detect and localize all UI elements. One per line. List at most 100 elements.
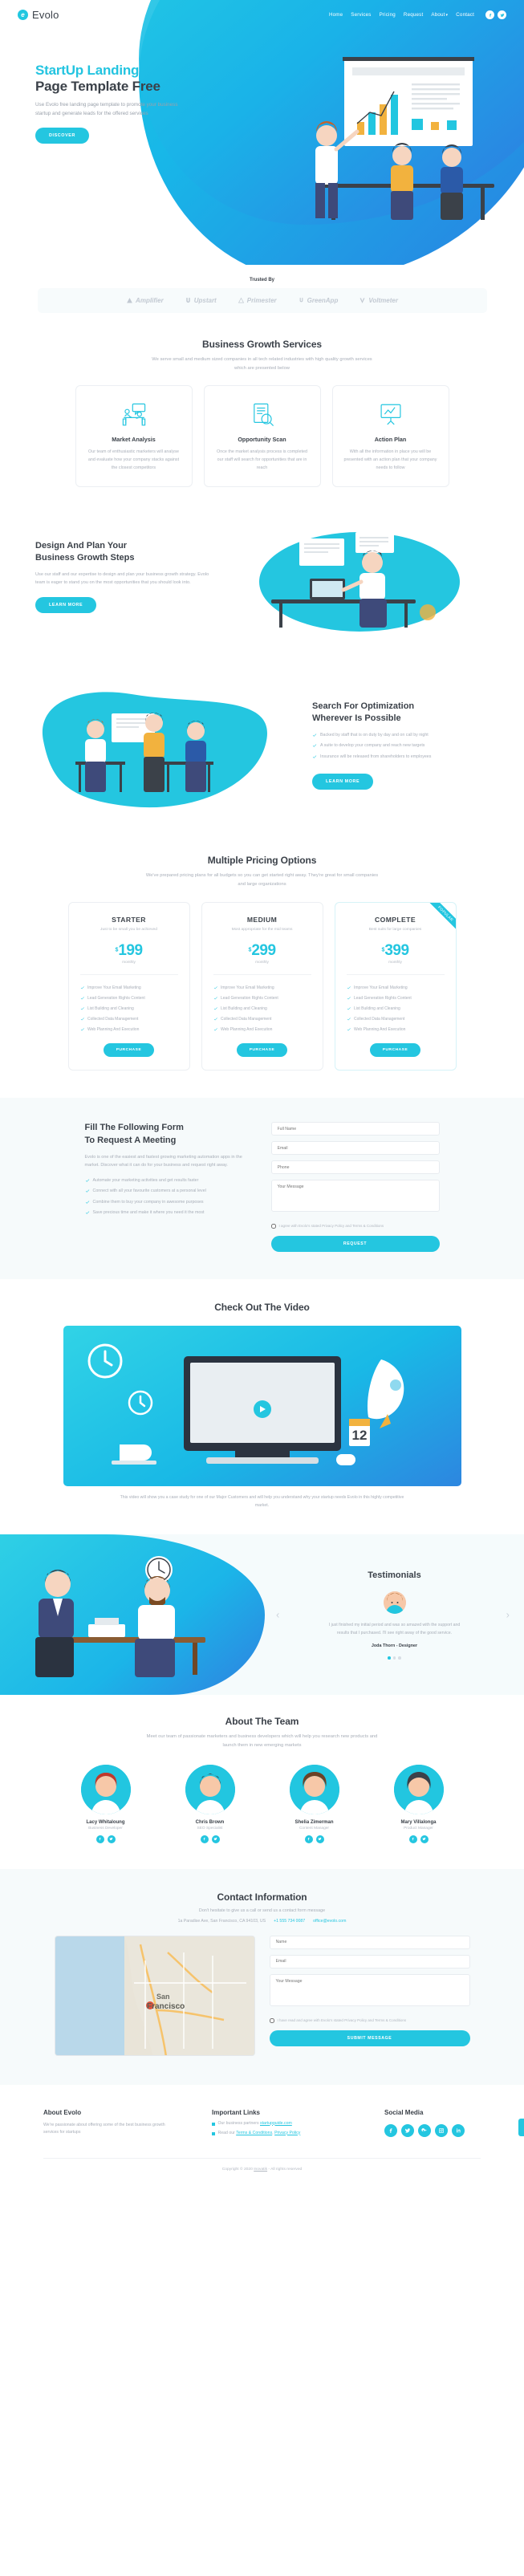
footer-about-column: About Evolo We're passionate about offer… xyxy=(43,2109,180,2137)
team-member: Chris Brown SEO Specialist xyxy=(166,1764,254,1843)
nav-item-services[interactable]: Services xyxy=(351,12,371,18)
optimization-bullet-text: Insurance will be released from sharehol… xyxy=(320,754,432,759)
plan-feature: List Building and Cleaning xyxy=(213,1003,311,1014)
facebook-icon[interactable] xyxy=(200,1834,209,1843)
request-consent-checkbox[interactable] xyxy=(270,1224,276,1229)
twitter-icon[interactable] xyxy=(498,10,506,19)
phone-field[interactable] xyxy=(270,1160,440,1175)
team-member-social xyxy=(375,1834,463,1843)
twitter-icon[interactable] xyxy=(401,2123,414,2137)
voltmeter-logo-icon xyxy=(359,298,365,303)
hero-discover-button[interactable]: DISCOVER xyxy=(35,128,89,144)
service-card-opportunity-scan[interactable]: Opportunity Scan Once the market analysi… xyxy=(203,385,321,488)
request-bullet-text: Combine them to buy your company in awes… xyxy=(92,1199,204,1205)
inovatik-link[interactable]: Inovatik xyxy=(254,2168,267,2172)
facebook-icon[interactable] xyxy=(304,1834,313,1843)
full-name-field[interactable] xyxy=(270,1122,440,1136)
plan-purchase-button[interactable]: PURCHASE xyxy=(369,1043,421,1058)
twitter-icon[interactable] xyxy=(211,1834,220,1843)
footer-link-row: Our business partners startupguide.com xyxy=(218,2121,292,2126)
twitter-icon[interactable] xyxy=(420,1834,429,1843)
plan-amount: 199 xyxy=(118,942,143,960)
message-field[interactable] xyxy=(270,1180,440,1213)
nav-item-about[interactable]: About▾ xyxy=(431,12,448,18)
plan-name: COMPLETE xyxy=(375,915,416,924)
optimization-title-line2: Wherever Is Possible xyxy=(312,713,401,723)
chat-widget-tab[interactable] xyxy=(518,2118,524,2136)
plan-feature: Web Planning And Execution xyxy=(213,1024,311,1034)
contact-email-link[interactable]: office@evolo.com xyxy=(313,1919,346,1924)
request-bullets: Automate your marketing activities and g… xyxy=(85,1177,254,1217)
team-member: Lacy Whitaloung Business Developer xyxy=(62,1764,150,1843)
plan-feature-text: Lead Generation Rights Content xyxy=(221,995,278,1001)
plan-period: monthly xyxy=(255,961,269,965)
team-member-social xyxy=(270,1834,359,1843)
request-bullet: Connect with all your favourite customer… xyxy=(85,1188,254,1194)
testimonial-prev-button[interactable]: ‹ xyxy=(276,1609,279,1621)
google-plus-icon[interactable] xyxy=(418,2123,431,2137)
contact-submit-button[interactable]: SUBMIT MESSAGE xyxy=(269,2030,470,2046)
twitter-icon[interactable] xyxy=(107,1834,116,1843)
design-plan-cta-button[interactable]: LEARN MORE xyxy=(35,596,97,613)
team-members: Lacy Whitaloung Business Developer Chris… xyxy=(0,1764,524,1843)
logo-text: Evolo xyxy=(32,9,59,21)
optimization-cta-button[interactable]: LEARN MORE xyxy=(312,773,374,790)
nav-item-contact[interactable]: Contact xyxy=(456,12,474,18)
testimonial-next-button[interactable]: › xyxy=(506,1609,510,1621)
contact-consent-checkbox[interactable] xyxy=(269,2017,274,2023)
design-plan-illustration xyxy=(223,516,489,636)
plan-name: MEDIUM xyxy=(246,915,278,924)
plan-feature-text: Collected Data Management xyxy=(87,1016,139,1022)
instagram-icon[interactable] xyxy=(435,2123,448,2137)
svg-text:12: 12 xyxy=(351,1428,367,1443)
plan-purchase-button[interactable]: PURCHASE xyxy=(236,1043,288,1058)
check-icon xyxy=(85,1189,89,1193)
bullet-square-icon xyxy=(212,2132,215,2135)
team-member-name: Shelia Zimerman xyxy=(294,1819,334,1825)
plan-purchase-button[interactable]: PURCHASE xyxy=(103,1043,155,1058)
plan-price: $399 xyxy=(347,942,445,960)
contact-address: 1a Paradise Ave, San Francisco, CA 94103… xyxy=(177,1918,266,1924)
facebook-icon[interactable] xyxy=(408,1834,417,1843)
request-form-section: Fill The Following Form To Request A Mee… xyxy=(0,1098,524,1280)
nav-item-pricing[interactable]: Pricing xyxy=(380,12,396,18)
facebook-icon[interactable] xyxy=(384,2123,397,2137)
service-card-action-plan[interactable]: Action Plan With all the information in … xyxy=(331,385,449,488)
contact-message-field[interactable] xyxy=(269,1973,470,2006)
twitter-icon[interactable] xyxy=(315,1834,324,1843)
testimonial-dot[interactable] xyxy=(388,1656,391,1660)
main-nav: Home Services Pricing Request About▾ Con… xyxy=(329,10,506,19)
contact-email-field[interactable] xyxy=(269,1954,470,1969)
brand-logo[interactable]: e Evolo xyxy=(18,9,59,21)
footer-link-row: Read our Terms & Conditions, Privacy Pol… xyxy=(218,2131,301,2135)
footer-link-item: Our business partners startupguide.com xyxy=(212,2121,352,2126)
design-plan-copy: Design And Plan Your Business Growth Ste… xyxy=(35,540,212,613)
nav-item-home[interactable]: Home xyxy=(329,12,343,18)
footer-link-prefix: Read our xyxy=(217,2130,237,2135)
email-field[interactable] xyxy=(270,1141,440,1156)
request-submit-button[interactable]: REQUEST xyxy=(270,1236,440,1253)
request-bullet-text: Automate your marketing activities and g… xyxy=(92,1177,199,1183)
linkedin-icon[interactable] xyxy=(452,2123,465,2137)
privacy-policy-link[interactable]: Privacy Policy xyxy=(274,2131,300,2135)
contact-phone-link[interactable]: +1 555 734 0087 xyxy=(274,1919,305,1924)
terms-conditions-link[interactable]: Terms & Conditions xyxy=(236,2131,272,2135)
contact-name-field[interactable] xyxy=(269,1935,470,1949)
testimonial-dot[interactable] xyxy=(398,1656,401,1660)
video-player[interactable]: 12 xyxy=(63,1326,461,1487)
check-icon xyxy=(213,1018,217,1021)
plan-feature: Collected Data Management xyxy=(80,1014,178,1024)
service-card-market-analysis[interactable]: Market Analysis Our team of enthusiastic… xyxy=(75,385,193,488)
plan-description: Most appropriate for the mid teams xyxy=(231,927,293,932)
facebook-icon[interactable] xyxy=(485,10,494,19)
map-widget[interactable]: San Francisco xyxy=(54,1935,255,2056)
testimonials-title: Testimonials xyxy=(368,1570,421,1580)
nav-item-request[interactable]: Request xyxy=(404,12,423,18)
footer-social-column: Social Media xyxy=(384,2109,465,2137)
top-navigation-bar: e Evolo Home Services Pricing Request Ab… xyxy=(0,0,524,21)
testimonial-dot[interactable] xyxy=(392,1656,396,1660)
plan-feature: Collected Data Management xyxy=(213,1014,311,1024)
startupguide-link[interactable]: startupguide.com xyxy=(260,2121,292,2126)
play-button[interactable] xyxy=(253,1400,271,1419)
facebook-icon[interactable] xyxy=(95,1834,104,1843)
